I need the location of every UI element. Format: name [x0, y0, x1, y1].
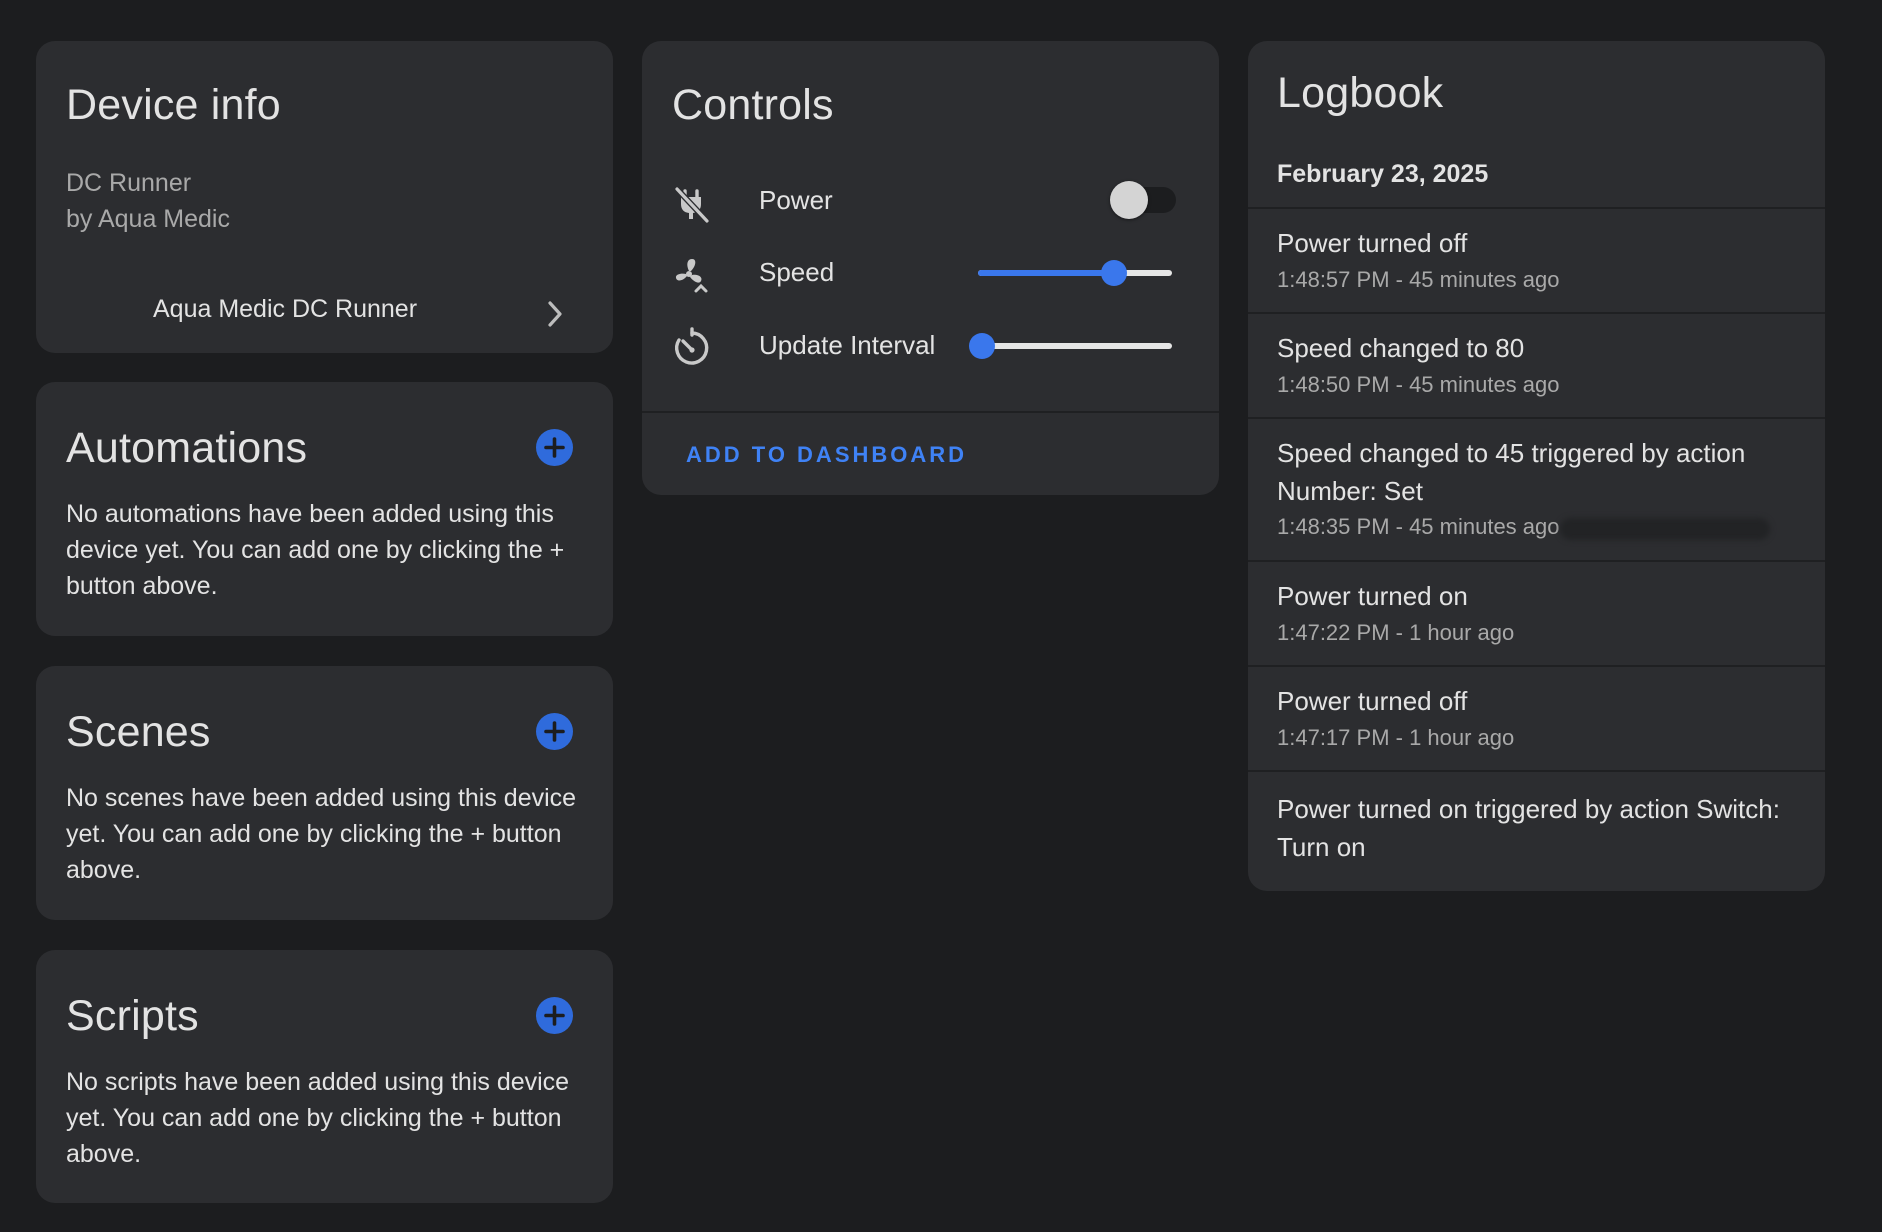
- update-interval-label: Update Interval: [759, 330, 936, 360]
- add-scene-button[interactable]: [536, 713, 573, 750]
- power-switch[interactable]: [1110, 181, 1176, 219]
- device-info-title: Device info: [66, 81, 281, 129]
- update-interval-slider-thumb[interactable]: [969, 333, 995, 359]
- power-label: Power: [759, 185, 833, 215]
- log-entry[interactable]: Power turned on triggered by action Swit…: [1248, 772, 1825, 891]
- logbook-card: Logbook February 23, 2025 Power turned o…: [1248, 41, 1825, 891]
- log-time: 1:48:50 PM - 45 minutes ago: [1277, 372, 1560, 397]
- speed-label: Speed: [759, 257, 835, 287]
- scenes-card: Scenes No scenes have been added using t…: [36, 666, 613, 920]
- logbook-title: Logbook: [1277, 69, 1444, 117]
- log-message: Speed changed to 45 triggered by action …: [1277, 438, 1746, 506]
- device-link-row[interactable]: Aqua Medic DC Runner: [36, 287, 613, 339]
- fan-speed-icon: [675, 259, 708, 293]
- log-entry[interactable]: Power turned off 1:47:17 PM - 1 hour ago: [1248, 667, 1825, 771]
- log-time: 1:47:22 PM - 1 hour ago: [1277, 620, 1515, 645]
- automations-card: Automations No automations have been add…: [36, 382, 613, 636]
- device-manufacturer: by Aqua Medic: [66, 205, 230, 233]
- update-interval-slider-track: [982, 343, 1172, 349]
- log-entry[interactable]: Power turned off 1:48:57 PM - 45 minutes…: [1248, 209, 1825, 313]
- scenes-empty-text: No scenes have been added using this dev…: [66, 784, 577, 884]
- scenes-title: Scenes: [66, 708, 211, 756]
- log-time: 1:48:35 PM - 45 minutes ago: [1277, 514, 1560, 539]
- log-entry[interactable]: Power turned on 1:47:22 PM - 1 hour ago: [1248, 562, 1825, 666]
- power-switch-thumb: [1110, 181, 1148, 219]
- update-interval-slider[interactable]: [969, 331, 1172, 361]
- add-automation-button[interactable]: [536, 429, 573, 466]
- automations-title: Automations: [66, 424, 308, 472]
- device-info-card: Device info DC Runner by Aqua Medic Aqua…: [36, 41, 613, 353]
- add-script-button[interactable]: [536, 997, 573, 1034]
- log-entry[interactable]: Speed changed to 80 1:48:50 PM - 45 minu…: [1248, 314, 1825, 418]
- timer-icon: [675, 327, 709, 365]
- power-plug-off-icon: [674, 186, 710, 224]
- controls-title: Controls: [672, 81, 834, 129]
- chevron-right-icon: [548, 301, 562, 327]
- scripts-title: Scripts: [66, 992, 199, 1040]
- log-entry[interactable]: Speed changed to 45 triggered by action …: [1248, 419, 1825, 561]
- scripts-empty-text: No scripts have been added using this de…: [66, 1068, 570, 1168]
- scripts-card: Scripts No scripts have been added using…: [36, 950, 613, 1203]
- plus-circle-icon: [544, 1005, 565, 1026]
- speed-slider-thumb[interactable]: [1100, 260, 1127, 286]
- add-to-dashboard-button[interactable]: ADD TO DASHBOARD: [686, 442, 967, 468]
- plus-circle-icon: [544, 437, 565, 458]
- controls-card: Controls Power Speed Update Interval ADD: [642, 41, 1219, 495]
- redaction-smudge: [1560, 518, 1770, 540]
- log-message: Power turned off: [1277, 228, 1468, 258]
- speed-slider-fill: [978, 270, 1114, 276]
- controls-divider: [642, 411, 1219, 413]
- log-time: 1:47:17 PM - 1 hour ago: [1277, 725, 1515, 750]
- speed-slider[interactable]: [978, 258, 1172, 288]
- log-time: 1:48:57 PM - 45 minutes ago: [1277, 267, 1560, 292]
- log-message: Power turned off: [1277, 686, 1468, 716]
- automations-empty-text: No automations have been added using thi…: [66, 500, 565, 600]
- log-message: Power turned on: [1277, 581, 1468, 611]
- plus-circle-icon: [544, 721, 565, 742]
- logbook-date: February 23, 2025: [1277, 160, 1489, 188]
- device-model: DC Runner: [66, 169, 192, 197]
- device-link-label: Aqua Medic DC Runner: [153, 295, 418, 323]
- log-message: Power turned on triggered by action Swit…: [1277, 794, 1780, 862]
- log-message: Speed changed to 80: [1277, 333, 1525, 363]
